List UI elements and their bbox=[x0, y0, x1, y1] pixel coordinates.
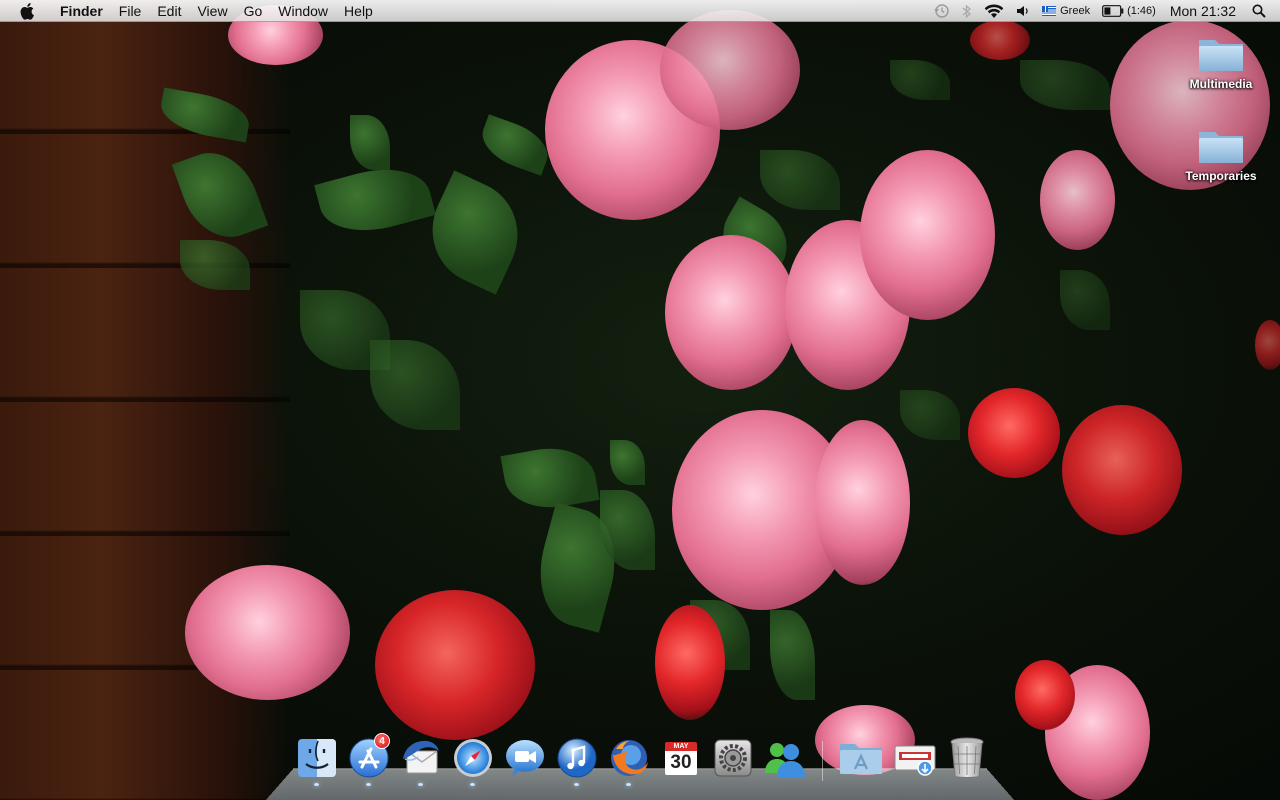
bluetooth-icon[interactable] bbox=[956, 0, 978, 22]
dock-finder[interactable] bbox=[294, 735, 340, 786]
menu-bar: Finder File Edit View Go Window Help Gre… bbox=[0, 0, 1280, 22]
wifi-icon[interactable] bbox=[978, 0, 1010, 22]
dock-separator bbox=[822, 741, 823, 781]
dock: 4 MAY 30 bbox=[294, 733, 994, 786]
menu-view[interactable]: View bbox=[189, 0, 235, 22]
input-menu[interactable]: Greek bbox=[1036, 0, 1096, 22]
running-indicator bbox=[470, 783, 475, 786]
dock-ical[interactable]: MAY 30 bbox=[658, 735, 704, 781]
menu-app-finder[interactable]: Finder bbox=[52, 0, 111, 22]
battery-time: (1:46) bbox=[1127, 5, 1156, 17]
dock-facetime[interactable] bbox=[502, 735, 548, 781]
menu-file[interactable]: File bbox=[111, 0, 150, 22]
menu-edit[interactable]: Edit bbox=[149, 0, 189, 22]
dock-itunes[interactable] bbox=[554, 735, 600, 786]
status-area: Greek (1:46) Mon 21:32 bbox=[928, 0, 1280, 22]
menu-go[interactable]: Go bbox=[236, 0, 271, 22]
dock-trash[interactable] bbox=[944, 735, 990, 781]
dock-app-store[interactable]: 4 bbox=[346, 733, 392, 786]
finder-icon bbox=[298, 739, 336, 777]
calendar-icon: MAY 30 bbox=[658, 735, 704, 781]
trash-icon bbox=[950, 737, 984, 778]
dock-thunderbird[interactable] bbox=[398, 735, 444, 786]
input-language-label: Greek bbox=[1060, 5, 1091, 17]
apple-menu-icon[interactable] bbox=[18, 0, 38, 22]
desktop-folder-multimedia[interactable]: Multimedia bbox=[1173, 34, 1269, 91]
dock-applications-stack[interactable] bbox=[838, 735, 884, 781]
battery-icon bbox=[1102, 5, 1124, 17]
dock-messenger[interactable] bbox=[762, 735, 808, 781]
app-store-badge: 4 bbox=[374, 733, 390, 749]
itunes-icon bbox=[557, 738, 597, 778]
folder-icon bbox=[1199, 132, 1243, 163]
desktop-folder-temporaries[interactable]: Temporaries bbox=[1173, 126, 1269, 183]
running-indicator bbox=[574, 783, 579, 786]
clock[interactable]: Mon 21:32 bbox=[1162, 0, 1246, 22]
applications-folder-icon bbox=[840, 744, 882, 774]
desktop-wallpaper bbox=[0, 0, 1280, 800]
menu-window[interactable]: Window bbox=[270, 0, 336, 22]
system-preferences-icon bbox=[714, 739, 752, 777]
running-indicator bbox=[314, 783, 319, 786]
greek-flag-icon bbox=[1042, 6, 1057, 16]
volume-icon[interactable] bbox=[1010, 0, 1036, 22]
dock-safari[interactable] bbox=[450, 735, 496, 786]
dock-firefox[interactable] bbox=[606, 735, 652, 786]
running-indicator bbox=[366, 783, 371, 786]
menu-help[interactable]: Help bbox=[336, 0, 381, 22]
calendar-month: MAY bbox=[665, 742, 697, 751]
dock-system-preferences[interactable] bbox=[710, 735, 756, 781]
facetime-icon bbox=[506, 740, 544, 776]
folder-icon bbox=[1199, 40, 1243, 71]
time-machine-icon[interactable] bbox=[928, 0, 956, 22]
downloads-stack-icon bbox=[894, 745, 936, 776]
dock-downloads-stack[interactable] bbox=[892, 735, 938, 781]
spotlight-icon[interactable] bbox=[1246, 0, 1280, 22]
messenger-icon bbox=[765, 743, 805, 777]
battery-menu[interactable]: (1:46) bbox=[1096, 0, 1162, 22]
thunderbird-icon bbox=[403, 740, 439, 774]
firefox-icon bbox=[611, 740, 648, 776]
desktop-icon-label: Temporaries bbox=[1185, 169, 1257, 183]
desktop-icon-label: Multimedia bbox=[1189, 77, 1253, 91]
calendar-day: 30 bbox=[665, 751, 697, 775]
running-indicator bbox=[626, 783, 631, 786]
running-indicator bbox=[418, 783, 423, 786]
safari-icon bbox=[454, 739, 492, 777]
